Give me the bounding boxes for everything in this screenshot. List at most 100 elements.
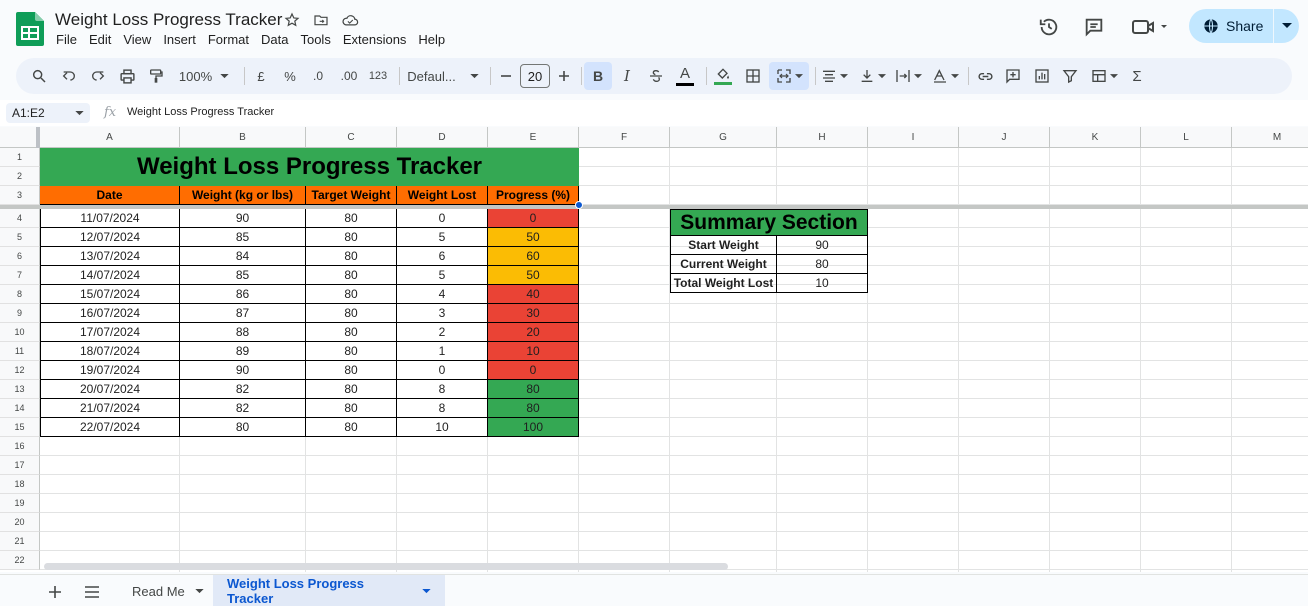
column-header[interactable]: J — [959, 127, 1050, 148]
progress-cell[interactable]: 50 — [488, 228, 579, 247]
name-box[interactable]: A1:E2 — [6, 103, 90, 123]
tracker-header-cell[interactable]: Weight Lost — [397, 186, 488, 205]
tracker-cell[interactable]: 15/07/2024 — [40, 285, 180, 304]
tracker-cell[interactable]: 80 — [306, 209, 397, 228]
insert-link-icon[interactable] — [972, 62, 998, 90]
row-header[interactable]: 21 — [0, 532, 40, 551]
decrease-font-size-button[interactable] — [496, 62, 516, 90]
tracker-cell[interactable]: 87 — [180, 304, 306, 323]
tracker-cell[interactable]: 8 — [397, 399, 488, 418]
sheets-logo-icon[interactable] — [16, 12, 44, 46]
row-header[interactable]: 22 — [0, 551, 40, 570]
filter-icon[interactable] — [1057, 62, 1083, 90]
document-title[interactable]: Weight Loss Progress Tracker — [55, 10, 282, 30]
progress-cell[interactable]: 100 — [488, 418, 579, 437]
row-header[interactable]: 19 — [0, 494, 40, 513]
text-wrapping-icon[interactable] — [892, 62, 924, 90]
column-header[interactable]: E — [488, 127, 579, 148]
column-header[interactable]: I — [868, 127, 959, 148]
column-header[interactable]: B — [180, 127, 306, 148]
tracker-cell[interactable]: 80 — [180, 418, 306, 437]
tracker-cell[interactable]: 80 — [306, 323, 397, 342]
horizontal-scrollbar[interactable] — [44, 563, 728, 570]
comments-icon[interactable] — [1081, 14, 1107, 40]
tracker-cell[interactable]: 2 — [397, 323, 488, 342]
horizontal-align-icon[interactable] — [818, 62, 850, 90]
tracker-cell[interactable]: 8 — [397, 380, 488, 399]
progress-cell[interactable]: 30 — [488, 304, 579, 323]
cloud-saved-icon[interactable] — [340, 10, 360, 30]
tracker-cell[interactable]: 5 — [397, 228, 488, 247]
add-sheet-icon[interactable] — [44, 581, 66, 603]
tracker-cell[interactable]: 16/07/2024 — [40, 304, 180, 323]
print-icon[interactable] — [114, 62, 140, 90]
tracker-cell[interactable]: 80 — [306, 266, 397, 285]
row-header[interactable]: 11 — [0, 342, 40, 361]
row-header[interactable]: 15 — [0, 418, 40, 437]
progress-cell[interactable]: 60 — [488, 247, 579, 266]
tracker-title[interactable]: Weight Loss Progress Tracker — [40, 148, 579, 186]
column-header[interactable]: L — [1141, 127, 1232, 148]
menu-edit[interactable]: Edit — [83, 32, 117, 50]
functions-button[interactable]: Σ — [1124, 62, 1150, 90]
progress-cell[interactable]: 80 — [488, 380, 579, 399]
tracker-cell[interactable]: 82 — [180, 399, 306, 418]
row-header[interactable]: 17 — [0, 456, 40, 475]
tracker-cell[interactable]: 85 — [180, 228, 306, 247]
tracker-cell[interactable]: 89 — [180, 342, 306, 361]
tracker-cell[interactable]: 80 — [306, 228, 397, 247]
menu-help[interactable]: Help — [412, 32, 451, 50]
menu-extensions[interactable]: Extensions — [337, 32, 413, 50]
tracker-cell[interactable]: 80 — [306, 380, 397, 399]
row-header[interactable]: 2 — [0, 167, 40, 186]
text-color-button[interactable]: A — [672, 62, 698, 90]
column-header[interactable]: H — [777, 127, 868, 148]
star-icon[interactable] — [282, 10, 302, 30]
currency-format-button[interactable]: £ — [249, 62, 273, 90]
progress-cell[interactable]: 80 — [488, 399, 579, 418]
column-header[interactable]: A — [40, 127, 180, 148]
summary-label[interactable]: Current Weight — [670, 255, 777, 274]
column-header[interactable]: M — [1232, 127, 1308, 148]
insert-chart-icon[interactable] — [1029, 62, 1055, 90]
progress-cell[interactable]: 10 — [488, 342, 579, 361]
menu-format[interactable]: Format — [202, 32, 255, 50]
summary-value[interactable]: 80 — [777, 255, 868, 274]
tracker-cell[interactable]: 88 — [180, 323, 306, 342]
row-header[interactable]: 9 — [0, 304, 40, 323]
tracker-cell[interactable]: 20/07/2024 — [40, 380, 180, 399]
row-header[interactable]: 20 — [0, 513, 40, 532]
row-header[interactable]: 10 — [0, 323, 40, 342]
zoom-select[interactable]: 100% — [174, 62, 234, 90]
formula-input[interactable]: Weight Loss Progress Tracker — [127, 106, 274, 118]
tracker-cell[interactable]: 22/07/2024 — [40, 418, 180, 437]
summary-value[interactable]: 10 — [777, 274, 868, 293]
share-button[interactable]: Share — [1189, 9, 1273, 43]
increase-decimal-button[interactable]: .00 — [336, 62, 362, 90]
row-header[interactable]: 3 — [0, 186, 40, 205]
tracker-header-cell[interactable]: Target Weight — [306, 186, 397, 205]
row-header[interactable]: 7 — [0, 266, 40, 285]
borders-icon[interactable] — [740, 62, 766, 90]
row-header[interactable]: 14 — [0, 399, 40, 418]
tracker-cell[interactable]: 14/07/2024 — [40, 266, 180, 285]
tracker-cell[interactable]: 4 — [397, 285, 488, 304]
tracker-cell[interactable]: 80 — [306, 418, 397, 437]
share-dropdown-icon[interactable] — [1274, 9, 1299, 43]
tracker-cell[interactable]: 82 — [180, 380, 306, 399]
tracker-cell[interactable]: 0 — [397, 209, 488, 228]
row-header[interactable]: 8 — [0, 285, 40, 304]
paint-format-icon[interactable] — [143, 62, 169, 90]
tracker-cell[interactable]: 6 — [397, 247, 488, 266]
progress-cell[interactable]: 0 — [488, 209, 579, 228]
column-header[interactable]: C — [306, 127, 397, 148]
undo-icon[interactable] — [56, 62, 82, 90]
menu-file[interactable]: File — [50, 32, 83, 50]
move-folder-icon[interactable] — [311, 10, 331, 30]
merge-cells-icon[interactable] — [769, 62, 809, 90]
tracker-header-cell[interactable]: Progress (%) — [488, 186, 579, 205]
tracker-cell[interactable]: 19/07/2024 — [40, 361, 180, 380]
tracker-cell[interactable]: 80 — [306, 247, 397, 266]
selection-fill-handle[interactable] — [575, 201, 583, 209]
vertical-align-icon[interactable] — [856, 62, 888, 90]
